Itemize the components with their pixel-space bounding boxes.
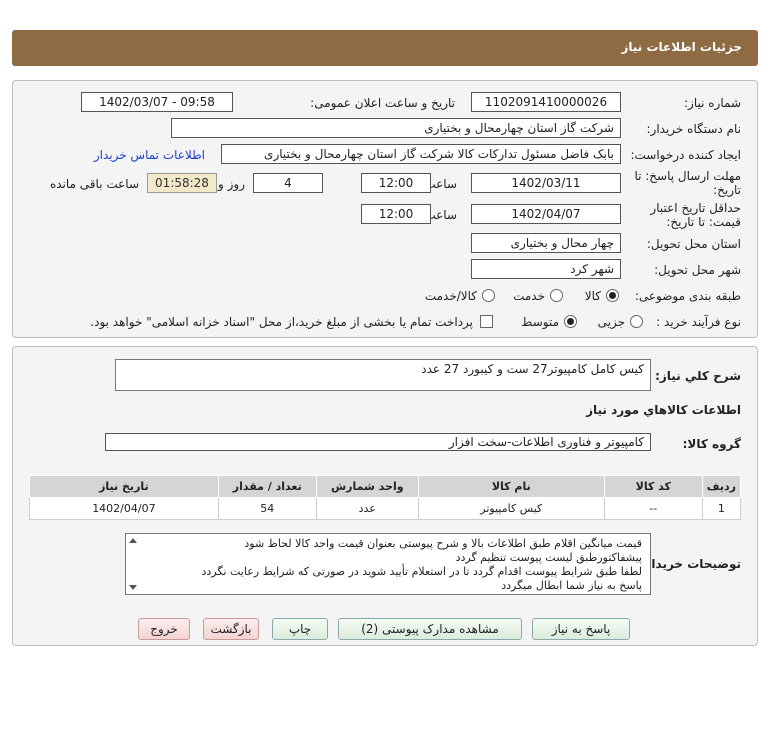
cell-name: کیس کامپیوتر: [417, 497, 605, 520]
cell-row: 1: [701, 497, 742, 520]
remaining-time-field: 01:58:28: [147, 173, 217, 193]
validity-time-field: 12:00: [361, 204, 431, 224]
back-button[interactable]: بازگشت: [203, 618, 259, 640]
goods-info-title: اطلاعات کالاهاي مورد نياز: [586, 403, 741, 417]
creator-label: ایجاد کننده درخواست:: [630, 148, 741, 162]
table-header-row: ردیف کد کالا نام کالا واحد شمارش تعداد /…: [29, 475, 742, 498]
process-option-minor: جزیی: [597, 315, 625, 329]
remaining-label: ساعت باقی مانده: [49, 177, 139, 191]
need-number-label: شماره نیاز:: [684, 96, 741, 110]
col-name: نام کالا: [417, 475, 605, 498]
buyer-org-field: شرکت گاز استان چهارمحال و بختیاری: [171, 118, 621, 138]
treasury-checkbox[interactable]: [480, 315, 493, 328]
days-field: 4: [253, 173, 323, 193]
process-radio-medium[interactable]: [564, 315, 577, 328]
buyer-notes-line: پاسخ به نیاز شما ابطال میگردد: [501, 579, 642, 592]
general-desc-field: کیس کامل کامپیوتر27 ست و کیبورد 27 عدد: [115, 359, 651, 391]
general-desc-label: شرح کلي نياز:: [655, 369, 741, 383]
col-date: تاریخ نیاز: [29, 475, 219, 498]
col-unit: واحد شمارش: [315, 475, 419, 498]
validity-label-2: قیمت: تا تاریخ:: [666, 215, 741, 229]
cell-date: 1402/04/07: [29, 497, 219, 520]
page-title: جزئیات اطلاعات نیاز: [621, 40, 742, 54]
col-row: ردیف: [701, 475, 742, 498]
category-option-goods: کالا: [584, 289, 601, 303]
validity-label: حداقل تاریخ اعتبار: [650, 201, 741, 215]
city-field: شهر کرد: [471, 259, 621, 279]
category-radio-goods-service[interactable]: [482, 289, 495, 302]
need-details-panel: شرح کلي نياز: کیس کامل کامپیوتر27 ست و ک…: [12, 346, 758, 646]
goods-group-field: کامپیوتر و فناوری اطلاعات-سخت افزار: [105, 433, 651, 451]
cell-code: --: [603, 497, 703, 520]
process-label: نوع فرآیند خرید :: [656, 315, 741, 329]
buyer-notes-line: پیشفاکتورطبق لیست پیوست تنظیم گردد: [455, 551, 642, 564]
buyer-org-label: نام دستگاه خریدار:: [646, 122, 742, 136]
deadline-time-field: 12:00: [361, 173, 431, 193]
province-label: استان محل تحویل:: [646, 237, 741, 251]
process-radio-minor[interactable]: [630, 315, 643, 328]
category-label: طبقه بندی موضوعی:: [634, 289, 741, 303]
attachments-button[interactable]: مشاهده مدارک پیوستی (2): [338, 618, 522, 640]
validity-date-field: 1402/04/07: [471, 204, 621, 224]
buyer-notes-line: قیمت میانگین اقلام طبق اطلاعات بالا و شر…: [244, 537, 642, 550]
notes-scrollbar[interactable]: [128, 536, 138, 592]
deadline-date-field: 1402/03/11: [471, 173, 621, 193]
reply-button[interactable]: پاسخ به نیاز: [532, 618, 630, 640]
days-label: روز و: [218, 177, 245, 191]
announce-label: تاریخ و ساعت اعلان عمومی:: [310, 96, 455, 110]
goods-table: ردیف کد کالا نام کالا واحد شمارش تعداد /…: [29, 475, 742, 520]
deadline-label-2: تاریخ:: [713, 183, 741, 197]
goods-group-label: گروه کالا:: [682, 437, 741, 451]
page-header: جزئیات اطلاعات نیاز: [12, 30, 758, 66]
category-radio-goods[interactable]: [606, 289, 619, 302]
buyer-notes-label: توضیحات خریدار:: [639, 557, 741, 571]
cell-unit: عدد: [315, 497, 419, 520]
buyer-notes-line: لطفا طبق شرایط پیوست اقدام گردد تا در اس…: [201, 565, 642, 578]
process-option-medium: متوسط: [521, 315, 559, 329]
scroll-down-icon[interactable]: [129, 585, 137, 590]
deadline-label: مهلت ارسال پاسخ: تا: [634, 169, 741, 183]
col-code: کد کالا: [603, 475, 703, 498]
payment-note: پرداخت تمام یا بخشی از مبلغ خرید،از محل …: [90, 315, 473, 329]
announce-field: 1402/03/07 - 09:58: [81, 92, 233, 112]
col-qty: تعداد / مقدار: [217, 475, 317, 498]
buyer-contact-link[interactable]: اطلاعات تماس خریدار: [94, 148, 205, 162]
province-field: چهار محال و بختیاری: [471, 233, 621, 253]
creator-field: بابک فاضل مسئول تداركات كالا شرکت گاز اس…: [221, 144, 621, 164]
category-radio-service[interactable]: [550, 289, 563, 302]
print-button[interactable]: چاپ: [272, 618, 328, 640]
scroll-up-icon[interactable]: [129, 538, 137, 543]
category-option-service: خدمت: [513, 289, 545, 303]
category-option-goods-service: کالا/خدمت: [424, 289, 477, 303]
cell-qty: 54: [217, 497, 317, 520]
exit-button[interactable]: خروج: [138, 618, 190, 640]
table-row: 1 -- کیس کامپیوتر عدد 54 1402/04/07: [29, 497, 742, 520]
need-number-field: 1102091410000026: [471, 92, 621, 112]
buyer-notes-box[interactable]: قیمت میانگین اقلام طبق اطلاعات بالا و شر…: [125, 533, 651, 595]
city-label: شهر محل تحویل:: [654, 263, 741, 277]
need-info-panel: شماره نیاز: 1102091410000026 تاریخ و ساع…: [12, 80, 758, 338]
